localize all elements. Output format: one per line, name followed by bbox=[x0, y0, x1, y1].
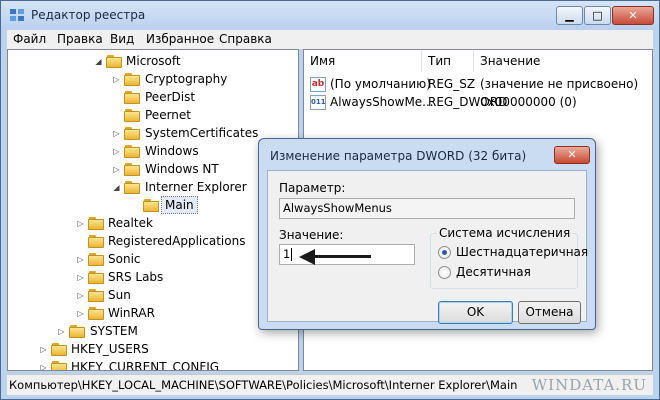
minimize-button[interactable]: ▁ bbox=[556, 6, 583, 25]
tree-item-label: Sonic bbox=[108, 252, 141, 266]
tree-item-label: RegisteredApplications bbox=[108, 234, 246, 248]
value-data: 0x00000000 (0) bbox=[480, 95, 577, 109]
tree-item-label: Peernet bbox=[145, 108, 191, 122]
ok-button[interactable]: OK bbox=[438, 301, 513, 324]
radio-hex-label[interactable]: Шестнадцатеричная bbox=[456, 245, 588, 259]
expand-icon[interactable]: ▷ bbox=[112, 75, 121, 84]
value-type: REG_SZ bbox=[428, 77, 476, 91]
status-bar: Компьютер\HKEY_LOCAL_MACHINE\SOFTWARE\Po… bbox=[7, 374, 653, 395]
menu-edit[interactable]: Правка bbox=[57, 32, 103, 46]
expand-icon[interactable]: ▷ bbox=[76, 309, 85, 318]
radio-hex[interactable] bbox=[438, 246, 451, 259]
menu-help[interactable]: Справка bbox=[219, 32, 272, 46]
folder-icon bbox=[88, 216, 104, 230]
expand-icon[interactable]: ▷ bbox=[76, 273, 85, 282]
menu-file[interactable]: Файл bbox=[13, 32, 46, 46]
menu-view[interactable]: Вид bbox=[110, 32, 134, 46]
registry-editor-icon bbox=[10, 9, 24, 21]
status-path: Компьютер\HKEY_LOCAL_MACHINE\SOFTWARE\Po… bbox=[9, 378, 518, 392]
tree-item-label: WinRAR bbox=[108, 306, 155, 320]
expand-icon[interactable]: ▷ bbox=[76, 255, 85, 264]
menu-favorites[interactable]: Избранное bbox=[146, 32, 214, 46]
tree-item-label: Interner Explorer bbox=[145, 180, 247, 194]
folder-icon bbox=[88, 234, 104, 248]
folder-icon bbox=[51, 360, 67, 370]
tree-item-label: SystemCertificates bbox=[145, 126, 259, 140]
arrow-annotation bbox=[279, 240, 379, 270]
menu-bar: Файл Правка Вид Избранное Справка bbox=[7, 30, 653, 49]
dialog-close-button[interactable]: ✕ bbox=[554, 146, 590, 164]
column-header-name[interactable]: Имя bbox=[304, 50, 422, 72]
tree-item-label: Windows NT bbox=[145, 162, 219, 176]
tree-item-label: Main bbox=[161, 196, 198, 214]
expand-icon[interactable]: ▷ bbox=[76, 291, 85, 300]
column-header-type[interactable]: Тип bbox=[422, 50, 474, 72]
folder-icon bbox=[124, 90, 140, 104]
edit-dword-dialog: Изменение параметра DWORD (32 бита) ✕ Па… bbox=[258, 138, 596, 330]
expand-icon[interactable]: ▷ bbox=[112, 129, 121, 138]
close-icon: ✕ bbox=[628, 9, 638, 22]
folder-icon bbox=[124, 108, 140, 122]
value-name: (По умолчанию) bbox=[330, 77, 431, 91]
tree-item-label: SYSTEM bbox=[90, 324, 138, 338]
base-group-title: Система исчисления bbox=[437, 226, 573, 240]
expand-icon[interactable]: ▷ bbox=[112, 147, 121, 156]
watermark: WINDATA.RU bbox=[531, 376, 647, 394]
base-group: Система исчисления Шестнадцатеричная Дес… bbox=[430, 226, 588, 289]
folder-open-icon bbox=[124, 180, 140, 194]
close-icon: ✕ bbox=[567, 148, 577, 161]
table-row[interactable]: ab (По умолчанию) REG_SZ (значение не пр… bbox=[304, 76, 652, 94]
folder-icon bbox=[88, 306, 104, 320]
maximize-button[interactable]: □ bbox=[584, 6, 611, 25]
minimize-icon: ▁ bbox=[565, 9, 574, 22]
tree-item-label: HKEY_USERS bbox=[71, 342, 149, 356]
folder-icon bbox=[88, 252, 104, 266]
collapse-icon[interactable]: ◢ bbox=[94, 57, 103, 66]
tree-item-label: Windows bbox=[145, 144, 199, 158]
title-bar[interactable]: Редактор реестра ▁ □ ✕ bbox=[1, 1, 659, 30]
collapse-icon[interactable]: ◢ bbox=[112, 183, 121, 192]
tree-item-label: PeerDist bbox=[145, 90, 196, 104]
tree-item-label: SRS Labs bbox=[108, 270, 164, 284]
value-name: AlwaysShowMe... bbox=[330, 95, 434, 109]
tree-item-label: Cryptography bbox=[145, 72, 228, 86]
table-row[interactable]: 011 AlwaysShowMe... REG_DWORD 0x00000000… bbox=[304, 94, 652, 112]
string-value-icon: ab bbox=[310, 77, 326, 92]
dialog-title: Изменение параметра DWORD (32 бита) bbox=[270, 149, 527, 163]
radio-dec-label[interactable]: Десятичная bbox=[456, 265, 531, 279]
folder-icon bbox=[69, 324, 85, 338]
folder-icon bbox=[143, 198, 159, 212]
parameter-label: Параметр: bbox=[279, 181, 346, 195]
window-title: Редактор реестра bbox=[31, 8, 146, 22]
dialog-body: Параметр: AlwaysShowMenus Значение: 1 Си… bbox=[267, 170, 588, 324]
maximize-icon: □ bbox=[592, 9, 603, 22]
folder-open-icon bbox=[106, 54, 122, 68]
tree-item-label: HKEY_CURRENT_CONFIG bbox=[71, 360, 220, 371]
radio-dec[interactable] bbox=[438, 266, 451, 279]
close-button[interactable]: ✕ bbox=[612, 6, 654, 25]
tree-item-label: Realtek bbox=[108, 216, 153, 230]
expand-icon[interactable]: ▷ bbox=[76, 219, 85, 228]
dword-value-icon: 011 bbox=[310, 95, 326, 110]
cancel-button[interactable]: Отмена bbox=[518, 301, 581, 324]
registry-tree[interactable]: ◢ Microsoft ▷ Cryptography PeerDist Peer… bbox=[7, 49, 299, 371]
arrow-shaft bbox=[311, 255, 371, 258]
value-data: (значение не присвоено) bbox=[480, 77, 639, 91]
folder-icon bbox=[124, 162, 140, 176]
folder-icon bbox=[88, 288, 104, 302]
expand-icon[interactable]: ▷ bbox=[39, 363, 48, 370]
arrow-left-icon bbox=[299, 249, 315, 265]
expand-icon[interactable]: ▷ bbox=[57, 327, 66, 336]
tree-item-label: Microsoft bbox=[126, 54, 181, 68]
folder-icon bbox=[51, 342, 67, 356]
folder-icon bbox=[88, 270, 104, 284]
parameter-name-field: AlwaysShowMenus bbox=[279, 198, 575, 219]
folder-icon bbox=[124, 144, 140, 158]
column-header-value[interactable]: Значение bbox=[474, 50, 652, 72]
expand-icon[interactable]: ▷ bbox=[39, 345, 48, 354]
tree-item-label: Sun bbox=[108, 288, 131, 302]
folder-icon bbox=[124, 72, 140, 86]
expand-icon[interactable]: ▷ bbox=[112, 165, 121, 174]
folder-icon bbox=[124, 126, 140, 140]
